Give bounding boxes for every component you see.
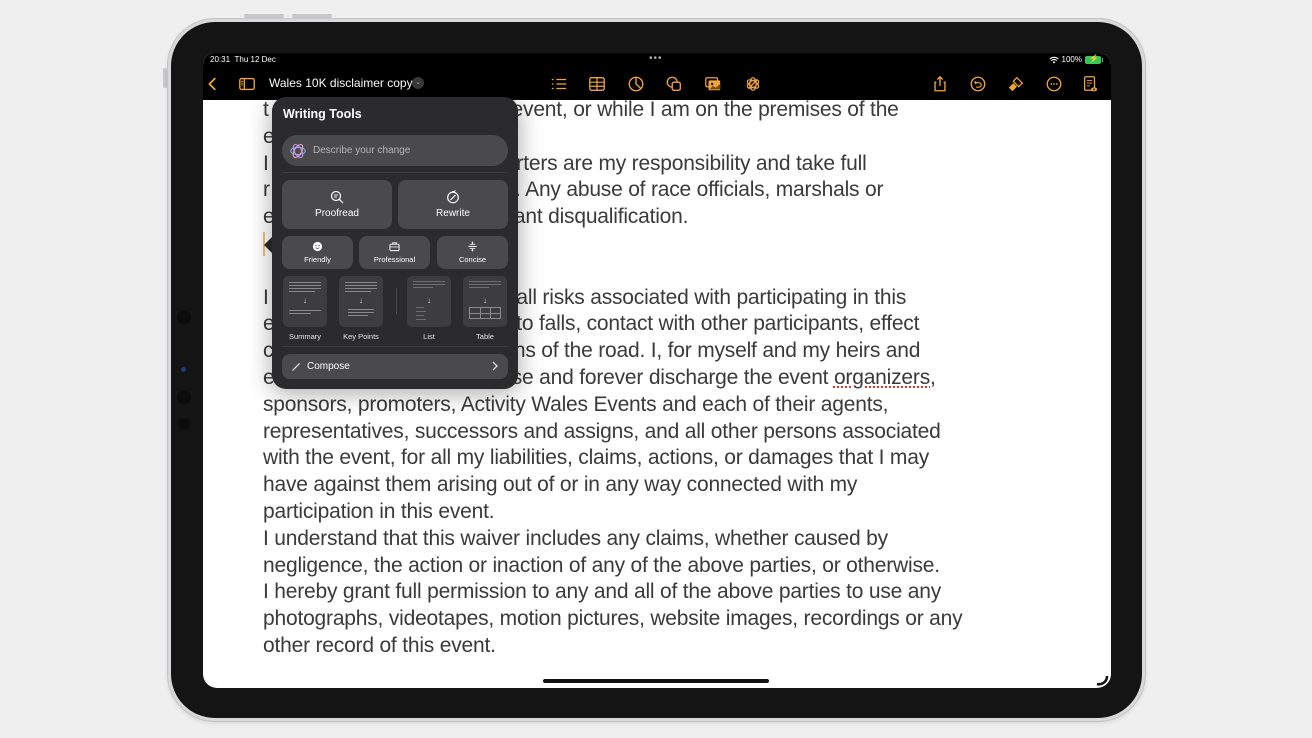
top-bar: 20:31 Thu 12 Dec ••• 100% ⚡ Wales 10K di…: [203, 53, 1111, 100]
pencil-icon: [292, 362, 300, 371]
magnet-dot: [177, 310, 191, 324]
document-line: other record of this event.: [263, 633, 496, 657]
media-icon[interactable]: [703, 74, 723, 94]
sidebar-icon[interactable]: [237, 74, 257, 94]
summary-button[interactable]: ↓ Summary: [283, 276, 327, 341]
professional-button[interactable]: Professional: [359, 236, 430, 269]
friendly-label: Friendly: [304, 255, 331, 264]
proofread-icon: [330, 190, 344, 204]
screen: t g the event, or while I am on the prem…: [203, 53, 1111, 688]
concise-button[interactable]: Concise: [437, 236, 508, 269]
list-thumbnail-icon: ↓: [407, 276, 451, 327]
rewrite-button[interactable]: Rewrite: [398, 180, 508, 229]
status-time: 20:31 Thu 12 Dec: [210, 55, 276, 64]
proofread-label: Proofread: [315, 208, 359, 219]
describe-change-input[interactable]: [313, 145, 493, 156]
battery-charging-icon: ⚡: [1085, 54, 1103, 64]
list-icon[interactable]: [549, 74, 569, 94]
back-chevron-icon[interactable]: [203, 74, 223, 94]
summary-label: Summary: [288, 332, 322, 341]
undo-icon[interactable]: [968, 74, 988, 94]
multitasking-dots[interactable]: •••: [649, 53, 663, 64]
document-line: with the event, for all my liabilities, …: [263, 446, 930, 470]
battery-percent: 100%: [1061, 55, 1082, 64]
divider: [282, 172, 508, 173]
document-line: photographs, videotapes, motion pictures…: [263, 607, 963, 631]
wifi-icon: [1048, 56, 1059, 63]
document-line: negligence, the action or inaction of an…: [263, 553, 940, 577]
document-line: I hereby grant full permission to any an…: [263, 580, 942, 604]
document-line: sponsors, promoters, Activity Wales Even…: [263, 392, 889, 416]
professional-label: Professional: [373, 255, 416, 264]
concise-label: Concise: [458, 255, 487, 264]
front-camera: [181, 367, 186, 372]
reading-view-icon[interactable]: [1080, 74, 1100, 94]
more-icon[interactable]: [1044, 74, 1064, 94]
writing-tools-title: Writing Tools: [283, 107, 362, 121]
chevron-right-icon: [492, 361, 498, 371]
summary-thumbnail-icon: ↓: [283, 276, 327, 327]
chart-icon[interactable]: [626, 74, 646, 94]
list-button[interactable]: ↓ List: [407, 276, 451, 341]
table-icon[interactable]: [587, 74, 607, 94]
apple-intelligence-icon[interactable]: [743, 74, 763, 94]
status-right: 100% ⚡: [1048, 54, 1103, 64]
document-line: I understand that this waiver includes a…: [263, 526, 888, 550]
time-label: 20:31: [210, 55, 231, 64]
smiley-icon: [312, 241, 323, 252]
rewrite-icon: [447, 190, 459, 204]
document-line: representatives, successors and assigns,…: [263, 419, 941, 443]
key-points-button[interactable]: ↓ Key Points: [339, 276, 383, 341]
format-brush-icon[interactable]: [1006, 74, 1026, 94]
friendly-button[interactable]: Friendly: [282, 236, 353, 269]
table-button[interactable]: ↓ Table: [463, 276, 507, 341]
scroll-corner-icon: [1096, 675, 1109, 686]
misspelled-word[interactable]: organizers: [834, 366, 930, 389]
writing-tools-panel: Writing Tools Proofread Rewrite: [272, 97, 518, 389]
document-title[interactable]: Wales 10K disclaimer copy: [269, 76, 413, 90]
compose-label: Compose: [307, 361, 350, 372]
magnet-dot: [178, 418, 190, 430]
shapes-icon[interactable]: [664, 74, 684, 94]
divider: [282, 346, 508, 347]
proofread-button[interactable]: Proofread: [282, 180, 392, 229]
apple-intelligence-icon: [290, 143, 306, 158]
rewrite-label: Rewrite: [436, 208, 470, 219]
magnet-dot: [177, 390, 191, 404]
document-line: have against them arising out of or in a…: [263, 473, 858, 497]
key-points-label: Key Points: [343, 332, 379, 341]
format-separator: [396, 288, 397, 314]
describe-change-field[interactable]: [282, 135, 508, 166]
date-label: Thu 12 Dec: [234, 55, 276, 64]
title-menu-chevron-icon[interactable]: ⌄: [412, 77, 424, 89]
stage: t g the event, or while I am on the prem…: [0, 0, 1312, 738]
share-icon[interactable]: [930, 74, 950, 94]
table-thumbnail-icon: ↓: [463, 276, 507, 327]
briefcase-icon: [389, 242, 400, 252]
table-label: Table: [476, 332, 494, 341]
key-points-thumbnail-icon: ↓: [339, 276, 383, 327]
concise-icon: [468, 241, 477, 252]
home-indicator[interactable]: [543, 679, 769, 683]
list-label: List: [423, 332, 435, 341]
compose-button[interactable]: Compose: [282, 354, 508, 379]
document-line: participation in this event.: [263, 499, 495, 523]
